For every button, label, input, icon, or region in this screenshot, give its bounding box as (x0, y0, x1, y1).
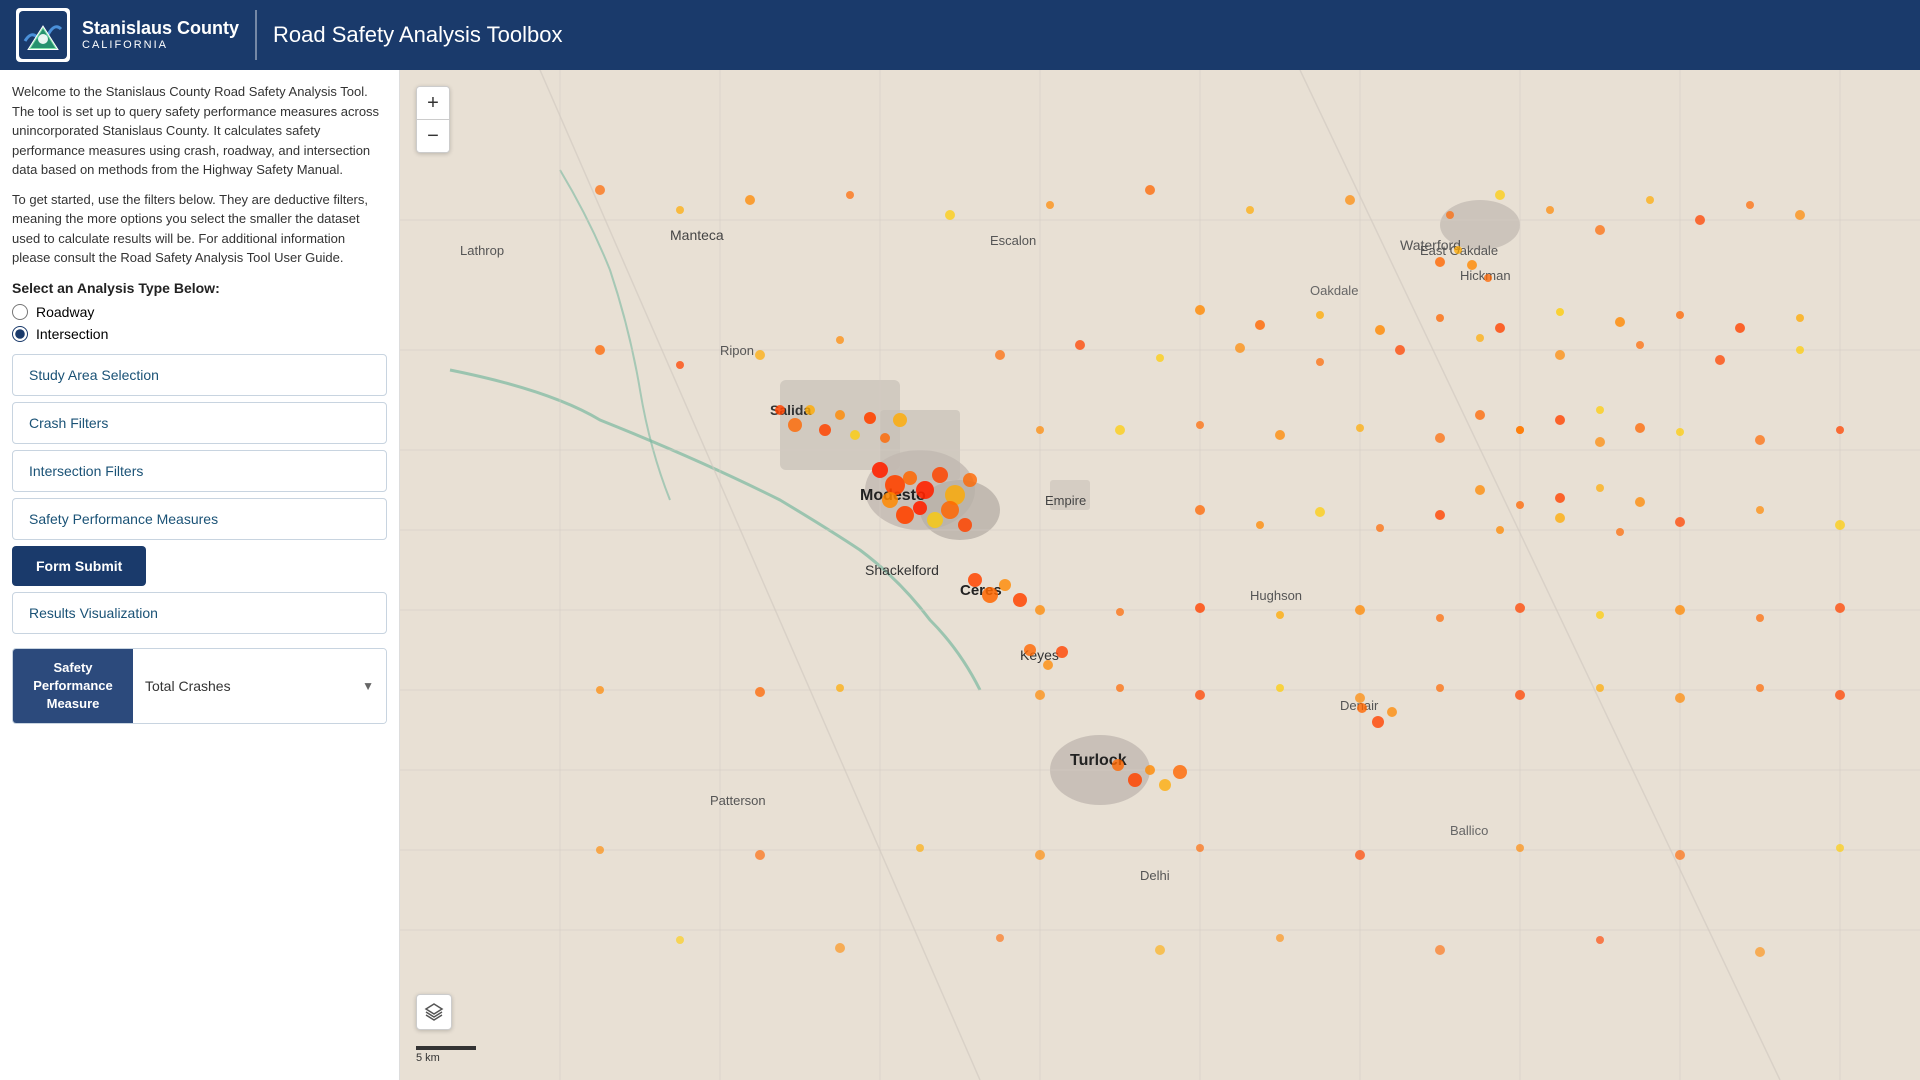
radio-roadway-label: Roadway (36, 304, 94, 320)
radio-intersection[interactable]: Intersection (12, 326, 387, 342)
form-submit-button[interactable]: Form Submit (12, 546, 146, 586)
org-logo (16, 8, 70, 62)
radio-intersection-label: Intersection (36, 326, 108, 342)
svg-text:Delhi: Delhi (1140, 868, 1170, 883)
spm-label: Safety Performance Measure (13, 649, 133, 724)
main-layout: Welcome to the Stanislaus County Road Sa… (0, 70, 1920, 1080)
spm-dropdown[interactable]: Total Crashes ▼ (133, 649, 386, 724)
svg-text:Waterford: Waterford (1400, 237, 1461, 253)
org-name-sub: CALIFORNIA (82, 39, 239, 52)
header-divider (255, 10, 257, 60)
svg-text:Ballico: Ballico (1450, 823, 1488, 838)
logo-area: Stanislaus County CALIFORNIA (16, 8, 239, 62)
scale-line (416, 1046, 476, 1050)
app-title: Road Safety Analysis Toolbox (273, 22, 562, 48)
svg-text:Escalon: Escalon (990, 233, 1036, 248)
spm-dropdown-value: Total Crashes (145, 678, 231, 694)
welcome-text: Welcome to the Stanislaus County Road Sa… (12, 82, 387, 268)
radio-roadway-input[interactable] (12, 304, 28, 320)
svg-text:Hughson: Hughson (1250, 588, 1302, 603)
accordion-safety-performance[interactable]: Safety Performance Measures (12, 498, 387, 540)
results-visualization-button[interactable]: Results Visualization (12, 592, 387, 634)
org-name: Stanislaus County CALIFORNIA (82, 18, 239, 53)
org-name-main: Stanislaus County (82, 18, 239, 40)
analysis-type-label: Select an Analysis Type Below: (12, 280, 387, 296)
svg-text:Lathrop: Lathrop (460, 243, 504, 258)
accordion-crash-filters[interactable]: Crash Filters (12, 402, 387, 444)
layer-control-button[interactable] (416, 994, 452, 1030)
scale-bar: 5 km (416, 1046, 476, 1064)
radio-intersection-input[interactable] (12, 326, 28, 342)
zoom-in-button[interactable]: + (417, 87, 449, 119)
svg-text:Shackelford: Shackelford (865, 562, 939, 578)
app-header: Stanislaus County CALIFORNIA Road Safety… (0, 0, 1920, 70)
welcome-para-1: Welcome to the Stanislaus County Road Sa… (12, 82, 387, 180)
layers-icon (424, 1002, 444, 1022)
zoom-out-button[interactable]: − (417, 120, 449, 152)
sidebar: Welcome to the Stanislaus County Road Sa… (0, 70, 400, 1080)
chevron-down-icon: ▼ (362, 679, 374, 693)
spm-widget: Safety Performance Measure Total Crashes… (12, 648, 387, 725)
accordion-intersection-filters[interactable]: Intersection Filters (12, 450, 387, 492)
map-area: Lathrop Manteca Escalon East Oakdale Oak… (400, 70, 1920, 1080)
svg-text:Manteca: Manteca (670, 227, 724, 243)
radio-roadway[interactable]: Roadway (12, 304, 387, 320)
accordion-study-area[interactable]: Study Area Selection (12, 354, 387, 396)
svg-text:Oakdale: Oakdale (1310, 283, 1358, 298)
svg-text:Patterson: Patterson (710, 793, 766, 808)
svg-text:Empire: Empire (1045, 493, 1086, 508)
map-svg: Lathrop Manteca Escalon East Oakdale Oak… (400, 70, 1920, 1080)
scale-label: 5 km (416, 1052, 440, 1064)
svg-text:Ripon: Ripon (720, 343, 754, 358)
zoom-controls: + − (416, 86, 450, 153)
welcome-para-2: To get started, use the filters below. T… (12, 190, 387, 268)
